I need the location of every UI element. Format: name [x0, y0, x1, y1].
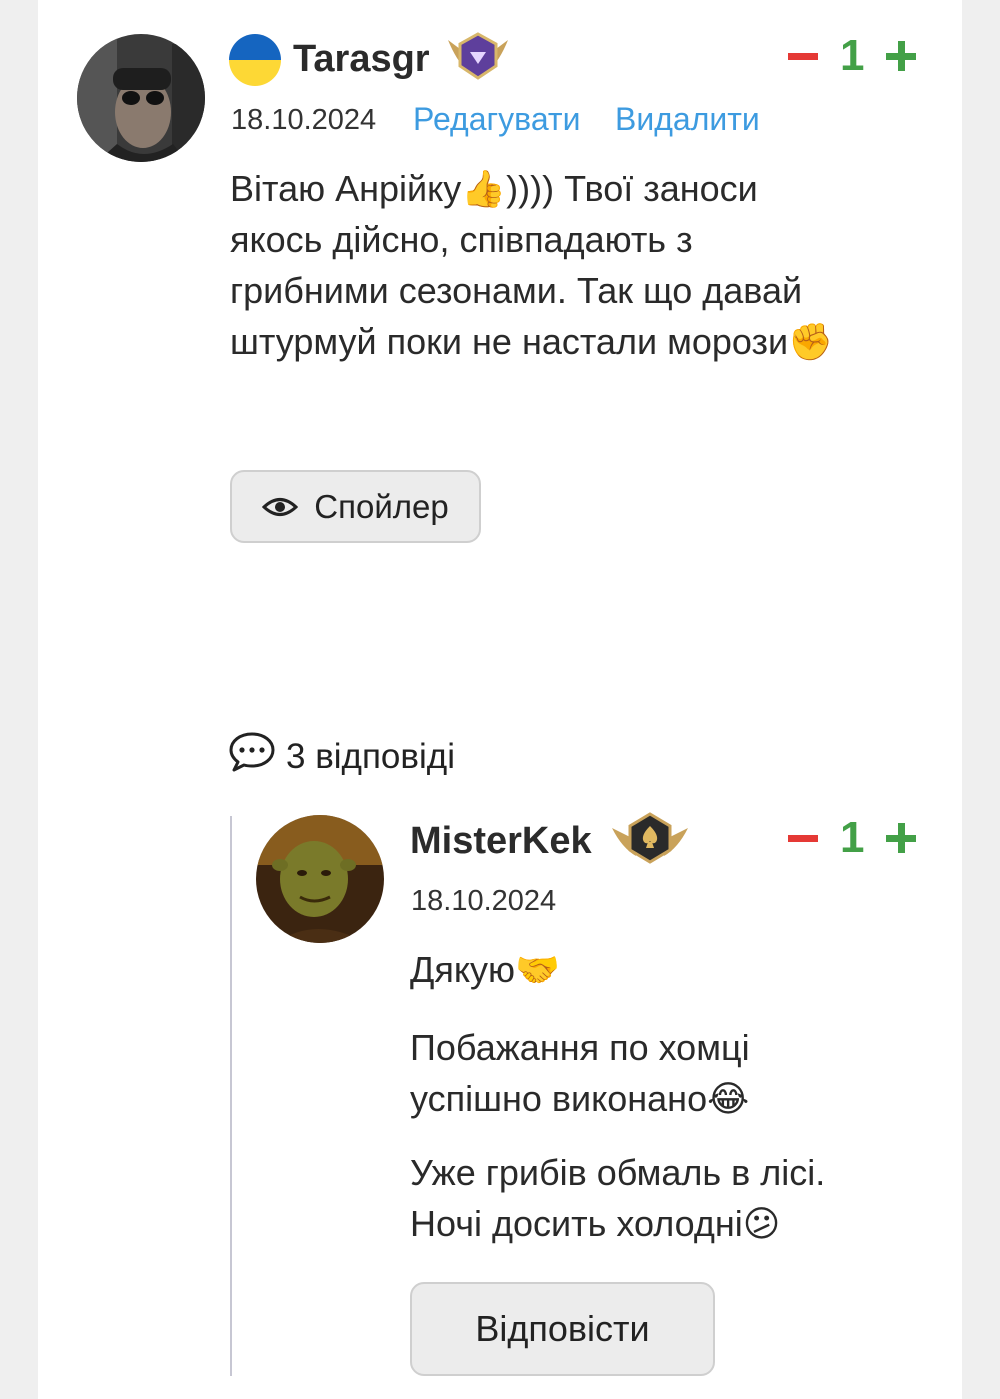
upvote-button[interactable]: [886, 41, 917, 71]
reply-button[interactable]: Відповісти: [410, 1282, 715, 1376]
spade-wings-badge-icon: [610, 812, 690, 869]
misterkek-avatar[interactable]: [256, 815, 384, 943]
comment-text-line: якось дійсно, співпадають з: [230, 219, 693, 260]
comment-text: Вітаю Анрійку👍)))) Твої заноси якось дій…: [230, 163, 950, 367]
replies-toggle[interactable]: 3 відповіді: [228, 730, 455, 783]
reply-vote-control: 1: [788, 813, 917, 862]
reply-paragraph: Дякую🤝: [410, 944, 930, 995]
reply-paragraph: Побажання по хомці успішно виконано😂: [410, 1022, 930, 1124]
replies-count: 3 відповіді: [286, 736, 455, 776]
reply-text-line: Ночі досить холодні😕: [410, 1203, 781, 1244]
upvote-button[interactable]: [886, 823, 917, 853]
reply-score: 1: [840, 813, 865, 862]
comment-score: 1: [840, 31, 865, 80]
comment-text-line: штурмуй поки не настали морози✊: [230, 321, 833, 362]
edit-link[interactable]: Редагувати: [413, 101, 580, 138]
ukraine-flag-icon: [229, 34, 281, 86]
reply-date: 18.10.2024: [411, 885, 557, 917]
reply-text-line: успішно виконано😂: [410, 1078, 750, 1119]
reply-text-line: Побажання по хомці: [410, 1027, 750, 1068]
eye-icon: [262, 488, 299, 526]
delete-link[interactable]: Видалити: [615, 101, 760, 138]
reply-text-line: Дякую🤝: [410, 949, 560, 990]
tarasgr-avatar[interactable]: [77, 34, 205, 162]
comment-date: 18.10.2024: [231, 104, 377, 136]
comment-vote-control: 1: [788, 31, 917, 80]
spoiler-label: Спойлер: [314, 487, 449, 525]
reply-paragraph: Уже грибів обмаль в лісі. Ночі досить хо…: [410, 1147, 950, 1249]
spoiler-button[interactable]: Спойлер: [230, 470, 481, 543]
comment-text-line: Вітаю Анрійку👍)))) Твої заноси: [230, 168, 758, 209]
diamond-wings-badge-icon: [446, 30, 510, 87]
comment-text-line: грибними сезонами. Так що давай: [230, 270, 803, 311]
reply-thread-line: [230, 816, 232, 1376]
comment-username[interactable]: Tarasgr: [293, 38, 430, 81]
downvote-button[interactable]: [788, 834, 818, 842]
speech-bubble-icon: [228, 730, 276, 783]
reply-text-line: Уже грибів обмаль в лісі.: [410, 1152, 826, 1193]
reply-username[interactable]: MisterKek: [410, 820, 592, 863]
downvote-button[interactable]: [788, 52, 818, 60]
